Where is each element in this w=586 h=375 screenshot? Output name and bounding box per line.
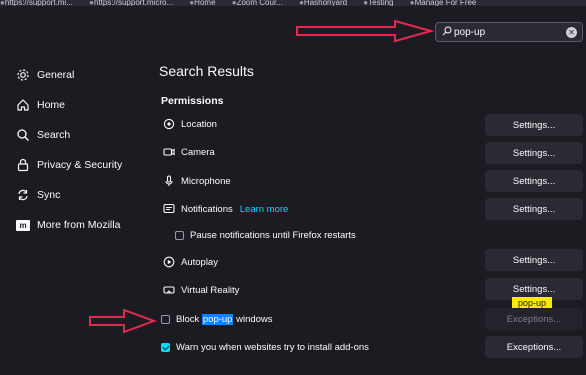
search-icon [17,129,29,141]
sidebar-item-sync[interactable]: Sync [16,180,146,210]
permission-label: Location [181,118,217,130]
sidebar-item-search[interactable]: Search [16,120,146,150]
warn-addons-row: Warn you when websites try to install ad… [161,342,369,353]
pause-notifications-label: Pause notifications until Firefox restar… [190,230,356,241]
notification-icon [163,203,175,214]
sidebar-item-home[interactable]: Home [16,90,146,120]
warn-addons-label: Warn you when websites try to install ad… [176,342,369,353]
block-popups-checkbox[interactable] [161,315,170,324]
camera-icon [163,148,175,156]
pause-notifications-row: Pause notifications until Firefox restar… [175,230,356,241]
learn-more-link[interactable]: Learn more [240,204,289,215]
annotation-arrow-popup [89,308,157,334]
camera-settings-button[interactable]: Settings... [485,142,583,164]
sidebar-item-general[interactable]: General [16,60,146,90]
vr-headset-icon [163,286,175,294]
sidebar-item-label: Privacy & Security [37,159,123,171]
permission-row-microphone: Microphone [163,174,231,188]
sidebar-item-label: Search [37,129,71,141]
permission-row-camera: Camera [163,145,215,159]
permission-label: Virtual Reality [181,284,240,296]
addons-exceptions-button[interactable]: Exceptions... [485,336,583,358]
permissions-heading: Permissions [161,95,224,107]
block-popups-label: Block pop-up windows [176,314,273,325]
mozilla-logo-icon: m [16,219,30,231]
permission-label: Microphone [181,175,231,187]
location-icon [163,118,175,130]
warn-addons-checkbox[interactable] [161,343,170,352]
block-popups-label-start: Block [176,314,202,325]
microphone-settings-button[interactable]: Settings... [485,170,583,192]
block-popups-row: Block pop-up windows [161,314,273,325]
sidebar-item-privacy-security[interactable]: Privacy & Security [16,150,146,180]
sidebar-item-label: General [37,69,75,81]
notifications-settings-button[interactable]: Settings... [485,198,583,220]
permission-row-virtual-reality: Virtual Reality [163,283,239,297]
gear-icon [17,69,29,81]
autoplay-settings-button[interactable]: Settings... [485,249,583,271]
sidebar-item-more-from-mozilla[interactable]: m More from Mozilla [16,210,146,240]
microphone-icon [165,175,173,186]
bookmark-item[interactable]: https://support.mi... [0,0,73,6]
sidebar: General Home Search Privacy & Security S… [16,60,146,240]
sync-icon [18,189,28,201]
location-settings-button[interactable]: Settings... [485,114,583,136]
sidebar-item-label: Home [37,99,66,111]
page-title: Search Results [159,63,254,79]
permission-label: Notifications [181,203,233,215]
home-icon [17,99,29,111]
permission-label: Autoplay [181,256,218,268]
permission-label: Camera [181,146,215,158]
sidebar-item-label: Sync [37,189,61,201]
search-match-highlight: pop-up [201,314,234,325]
autoplay-icon [163,256,175,268]
permission-row-autoplay: Autoplay [163,255,218,269]
popup-exceptions-button[interactable]: Exceptions... [485,308,583,330]
permission-row-notifications: Notifications Learn more [163,202,288,216]
sidebar-item-label: More from Mozilla [37,219,121,231]
block-popups-label-end: windows [233,314,273,325]
pause-notifications-checkbox[interactable] [175,231,184,240]
permission-row-location: Location [163,117,217,131]
main-content: Search Results Permissions Location Sett… [159,0,586,375]
lock-icon [17,158,29,172]
